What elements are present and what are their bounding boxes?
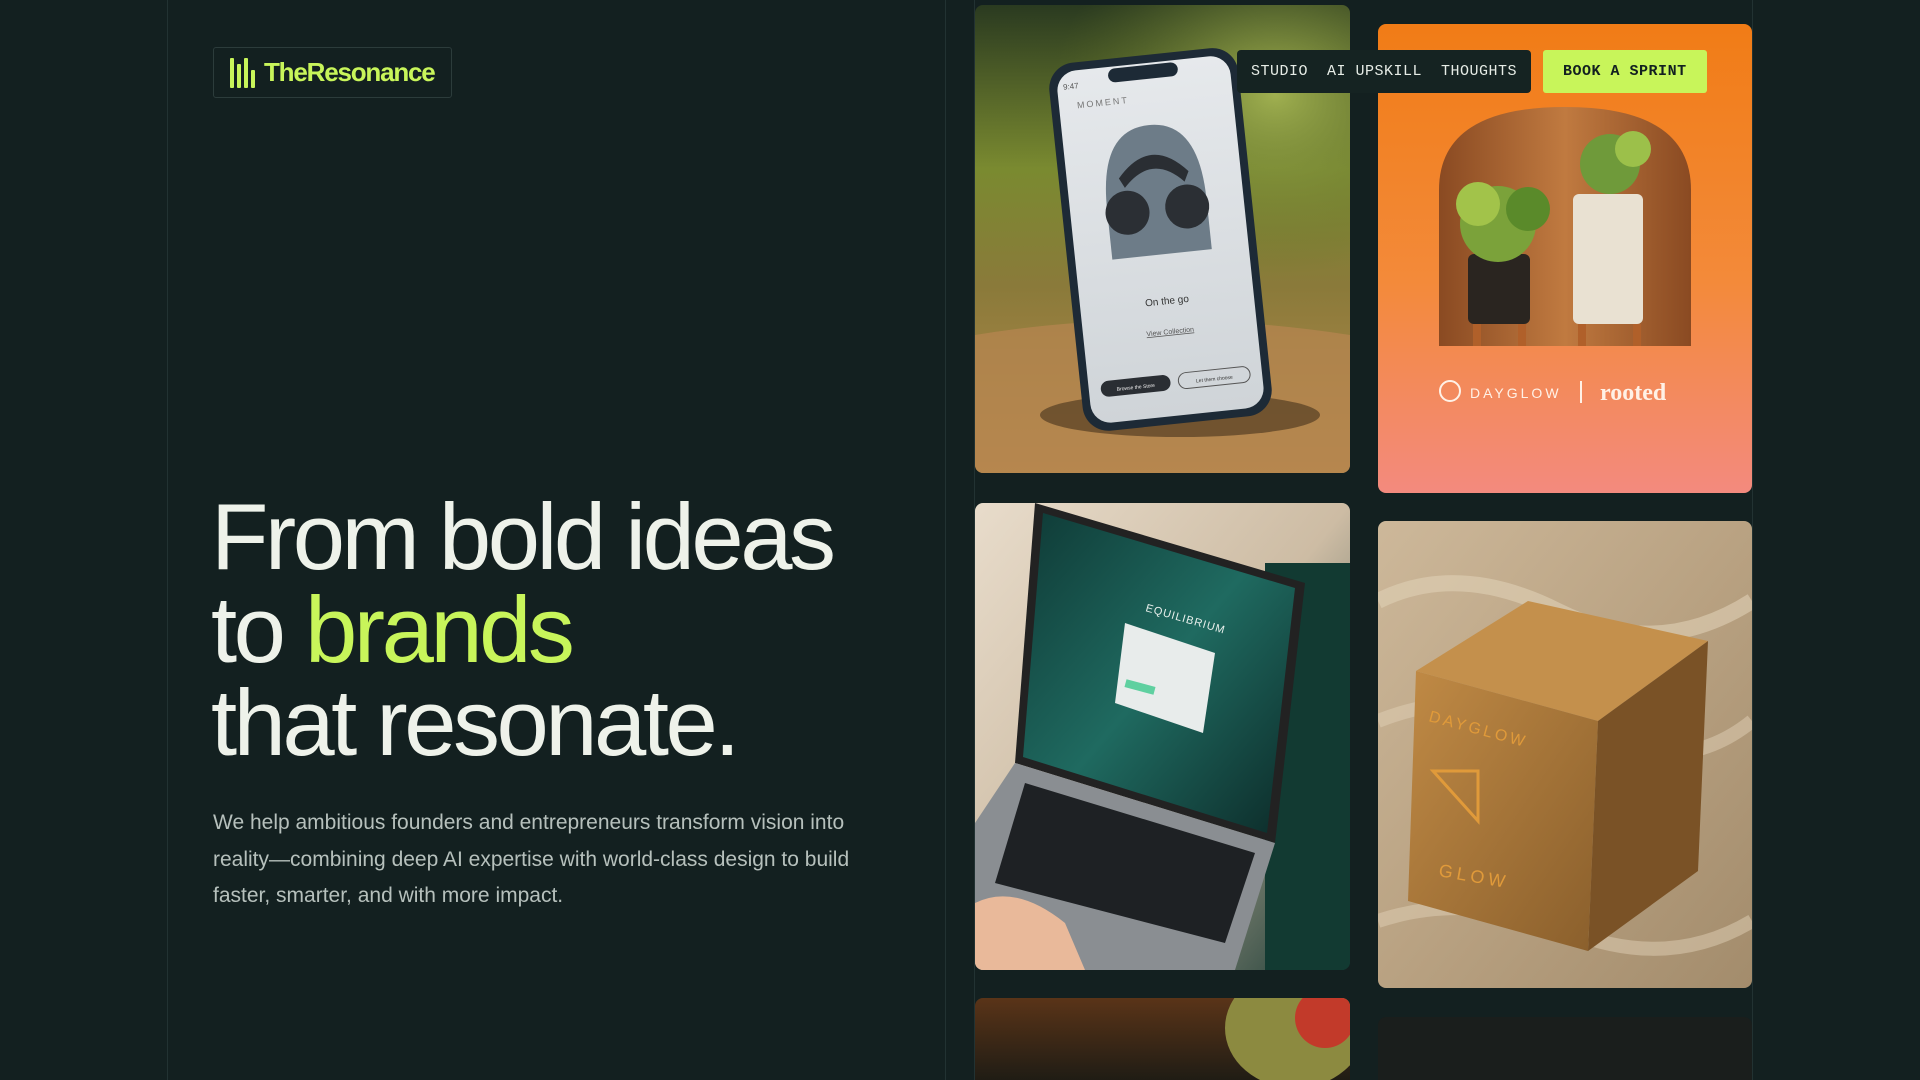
gallery-image-box-on-sand: DAYGLOW GLOW	[1378, 521, 1752, 988]
hero-title-line2-prefix: to	[211, 577, 306, 682]
gallery-image-partial-left	[975, 998, 1350, 1080]
hero-title-accent: brands	[305, 577, 575, 682]
logo-link[interactable]: TheResonance	[213, 47, 452, 98]
page: TheResonance From bold ideas to brands t…	[0, 0, 1920, 1080]
grid-line	[945, 0, 946, 1080]
nav-link-ai-upskill[interactable]: AI UPSKILL	[1327, 63, 1422, 80]
logo-mark-icon	[230, 57, 255, 88]
book-sprint-button[interactable]: BOOK A SPRINT	[1543, 50, 1707, 93]
grid-line	[167, 0, 168, 1080]
dayglow-logo-text: DAYGLOW	[1470, 385, 1562, 401]
hero-title-line2: to brands	[211, 583, 832, 677]
top-nav: STUDIO AI UPSKILL THOUGHTS BOOK A SPRINT	[1237, 50, 1707, 93]
gallery-image-partial-right	[1378, 1017, 1752, 1080]
nav-link-studio[interactable]: STUDIO	[1251, 63, 1308, 80]
gallery-image-dayglow-rooted: DAYGLOW rooted	[1378, 24, 1752, 493]
hero-subtitle: We help ambitious founders and entrepren…	[213, 811, 850, 907]
grid-line	[1752, 0, 1753, 1080]
hero-title: From bold ideas to brands that resonate.	[211, 484, 836, 775]
brand-name: TheResonance	[264, 57, 436, 87]
nav-link-thoughts[interactable]: THOUGHTS	[1441, 63, 1517, 80]
hero-title-line3: that resonate.	[211, 670, 740, 775]
nav-links: STUDIO AI UPSKILL THOUGHTS	[1237, 50, 1532, 93]
rooted-logo-text: rooted	[1600, 380, 1667, 406]
gallery-image-laptop: EQUILIBRIUM	[975, 503, 1350, 970]
hero-title-line1: From bold ideas	[211, 484, 836, 589]
phone-time: 9:47	[1063, 81, 1080, 92]
